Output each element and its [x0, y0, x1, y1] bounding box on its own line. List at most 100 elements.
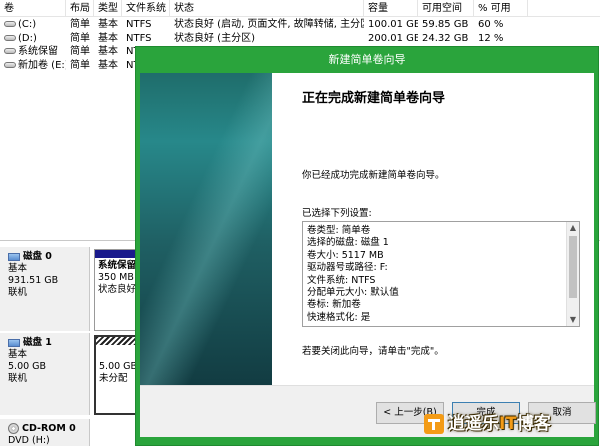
volume-name-cell: (C:) [0, 18, 66, 31]
disk-name: 磁盘 1 [23, 337, 52, 348]
banner-graphic [140, 73, 272, 385]
partition-size: 5.00 GB [99, 361, 138, 372]
volume-percent-free: 60 % [478, 19, 504, 30]
volume-name: (C:) [18, 19, 37, 30]
cdrom-icon [8, 423, 19, 434]
disk-1-name-row: 磁盘 1 [8, 337, 89, 349]
list-item: 卷大小: 5117 MB [307, 249, 384, 261]
scroll-up-icon[interactable]: ▲ [567, 222, 579, 234]
scroll-down-icon[interactable]: ▼ [567, 314, 579, 326]
partition-bar [95, 250, 139, 258]
wizard-heading: 正在完成新建简单卷向导 [302, 91, 446, 106]
list-item: 选择的磁盘: 磁盘 1 [307, 237, 389, 249]
volume-name-cell: 系统保留 [0, 45, 66, 58]
wizard-banner [140, 73, 272, 385]
volume-filesystem: NTFS [126, 19, 152, 30]
volume-layout: 简单 [70, 46, 90, 57]
volume-list-header: 卷 布局 类型 文件系统 状态 容量 可用空间 % 可用 [0, 0, 600, 17]
disk-size: 5.00 GB [8, 361, 47, 372]
partition-bar [96, 337, 138, 345]
list-item: 分配单元大小: 默认值 [307, 287, 399, 299]
partition-text: 5.00 GB 未分配 [96, 345, 138, 387]
disk-state: 联机 [8, 287, 28, 298]
volume-name: 系统保留 [18, 46, 58, 57]
partition-status: 状态良好 [98, 284, 137, 295]
settings-scrollbar[interactable]: ▲ ▼ [566, 222, 579, 326]
column-header-status[interactable]: 状态 [170, 0, 364, 17]
table-row[interactable]: (C:) 简单 基本 NTFS 状态良好 (启动, 页面文件, 故障转储, 主分… [0, 18, 600, 31]
partition-text: 系统保留 350 MB 状态良好 [95, 258, 139, 298]
volume-status: 状态良好 (主分区) [174, 33, 255, 44]
column-header-capacity[interactable]: 容量 [364, 0, 418, 17]
column-header-type[interactable]: 类型 [94, 0, 122, 17]
drive-icon [4, 48, 16, 54]
column-header-spacer [528, 0, 600, 17]
list-item: 快速格式化: 是 [307, 311, 371, 323]
settings-list: 卷类型: 简单卷 选择的磁盘: 磁盘 1 卷大小: 5117 MB 驱动器号或路… [303, 222, 579, 324]
volume-type: 基本 [98, 60, 118, 71]
watermark-prefix: 逍遥乐 [448, 414, 499, 434]
table-row[interactable]: (D:) 简单 基本 NTFS 状态良好 (主分区) 200.01 GB 24.… [0, 32, 600, 45]
completed-text: 你已经成功完成新建简单卷向导。 [302, 170, 445, 181]
list-item: 驱动器号或路径: F: [307, 262, 388, 274]
volume-free-space: 24.32 GB [422, 33, 469, 44]
partition-unallocated[interactable]: 5.00 GB 未分配 [94, 335, 140, 415]
volume-type: 基本 [98, 19, 118, 30]
wizard-content: 正在完成新建简单卷向导 你已经成功完成新建简单卷向导。 已选择下列设置: 卷类型… [272, 73, 594, 385]
volume-type: 基本 [98, 46, 118, 57]
column-header-filesystem[interactable]: 文件系统 [122, 0, 170, 17]
disk-1-info[interactable]: 磁盘 1 基本 5.00 GB 联机 [0, 333, 90, 415]
drive-icon [4, 62, 16, 68]
column-header-layout[interactable]: 布局 [66, 0, 94, 17]
partition-status: 未分配 [99, 373, 128, 384]
volume-free-space: 59.85 GB [422, 19, 469, 30]
volume-layout: 简单 [70, 60, 90, 71]
disk-0-info[interactable]: 磁盘 0 基本 931.51 GB 联机 [0, 247, 90, 331]
volume-name-cell: (D:) [0, 32, 66, 45]
disk-state: 联机 [8, 373, 28, 384]
scroll-thumb[interactable] [569, 236, 577, 298]
disk-type: DVD (H:) [8, 435, 50, 446]
disk-icon [8, 252, 20, 261]
volume-name: 新加卷 (E:) [18, 60, 66, 71]
watermark-it: IT [499, 414, 517, 434]
disk-name: CD-ROM 0 [22, 423, 76, 434]
site-watermark: 逍遥乐IT博客 [424, 410, 551, 438]
dialog-title[interactable]: 新建简单卷向导 [136, 47, 598, 73]
volume-capacity: 100.01 GB [368, 19, 418, 30]
disk-icon [8, 338, 20, 347]
list-item: 文件系统: NTFS [307, 274, 376, 286]
volume-name-cell: 新加卷 (E:) [0, 59, 66, 72]
column-header-free-space[interactable]: 可用空间 [418, 0, 474, 17]
volume-capacity: 200.01 GB [368, 33, 418, 44]
watermark-suffix: 博客 [516, 414, 551, 434]
drive-icon [4, 21, 16, 27]
list-item: 卷标: 新加卷 [307, 299, 361, 311]
volume-layout: 简单 [70, 19, 90, 30]
volume-status: 状态良好 (启动, 页面文件, 故障转储, 主分区) [174, 19, 364, 30]
drive-icon [4, 35, 16, 41]
new-simple-volume-wizard: 新建简单卷向导 正在完成新建简单卷向导 你已经成功完成新建简单卷向导。 已选择下… [135, 46, 599, 446]
disk-type: 基本 [8, 263, 28, 274]
partition-system-reserved[interactable]: 系统保留 350 MB 状态良好 [94, 249, 140, 331]
cdrom-name-row: CD-ROM 0 [8, 423, 89, 435]
volume-percent-free: 12 % [478, 33, 504, 44]
disk-name: 磁盘 0 [23, 251, 52, 262]
selected-settings-label: 已选择下列设置: [302, 208, 372, 219]
partition-name: 系统保留 [98, 260, 137, 271]
dialog-body: 正在完成新建简单卷向导 你已经成功完成新建简单卷向导。 已选择下列设置: 卷类型… [140, 73, 596, 437]
list-item: 卷类型: 简单卷 [307, 225, 371, 236]
column-header-volume[interactable]: 卷 [0, 0, 66, 17]
column-header-percent-free[interactable]: % 可用 [474, 0, 528, 17]
disk-type: 基本 [8, 349, 28, 360]
volume-type: 基本 [98, 33, 118, 44]
watermark-logo-icon [424, 414, 444, 434]
partition-size: 350 MB [98, 272, 134, 283]
volume-name: (D:) [18, 33, 37, 44]
volume-layout: 简单 [70, 33, 90, 44]
close-instructions: 若要关闭此向导，请单击"完成"。 [302, 346, 444, 357]
disk-size: 931.51 GB [8, 275, 59, 286]
volume-filesystem: NTFS [126, 33, 152, 44]
settings-summary-box[interactable]: 卷类型: 简单卷 选择的磁盘: 磁盘 1 卷大小: 5117 MB 驱动器号或路… [302, 221, 580, 327]
cdrom-0-info[interactable]: CD-ROM 0 DVD (H:) [0, 419, 90, 446]
